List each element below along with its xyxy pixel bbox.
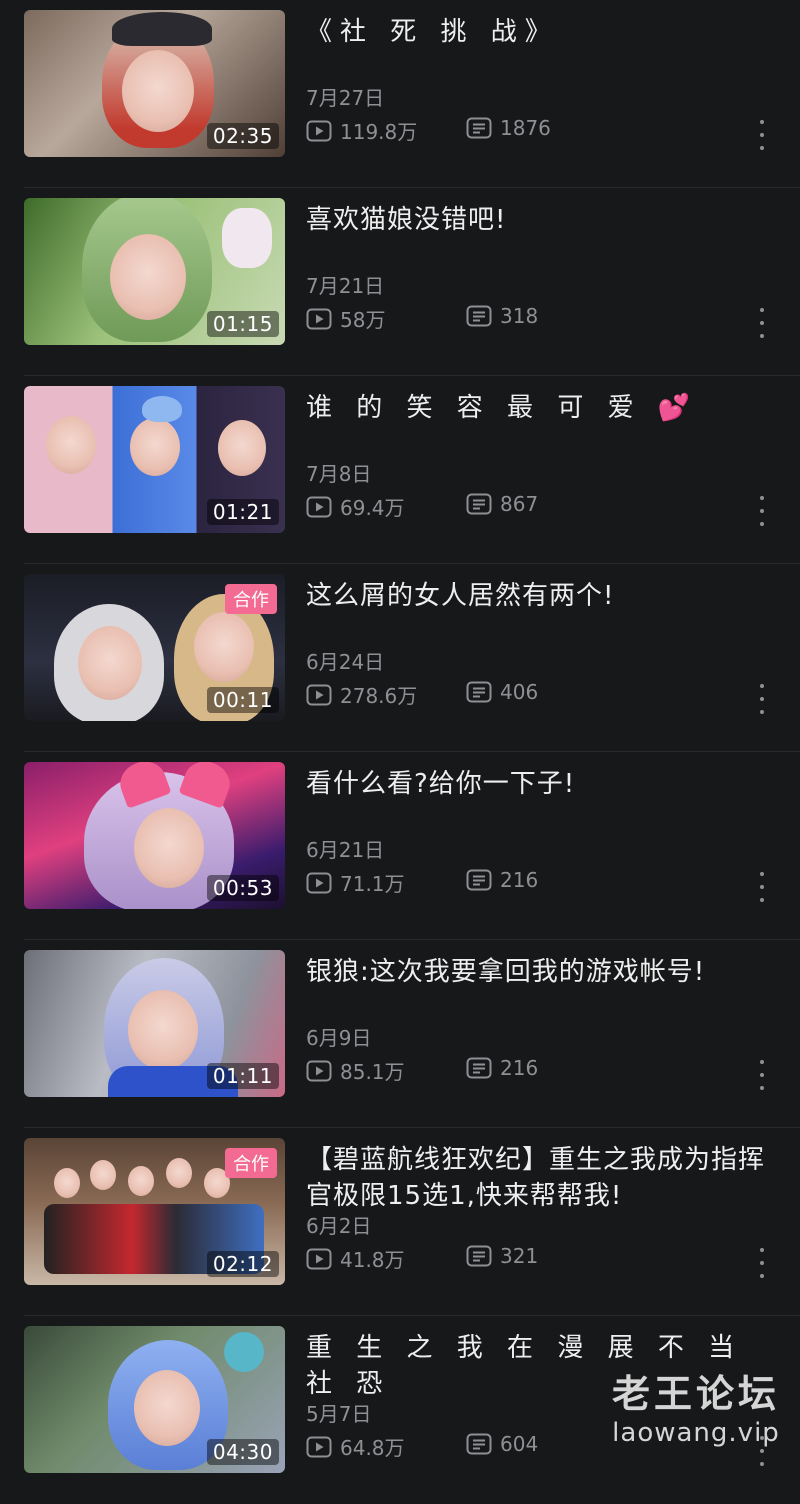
play-icon [306,872,332,893]
danmaku-icon [466,493,492,515]
view-count: 69.4万 [306,492,405,521]
video-thumbnail[interactable]: 01:15 [24,198,285,345]
video-item[interactable]: 01:11 银狼:这次我要拿回我的游戏帐号! 6月9日 85.1万 216 [0,940,800,1128]
video-date: 7月27日 [306,86,385,110]
view-count: 41.8万 [306,1244,405,1273]
video-title[interactable]: 看什么看?给你一下子! [306,766,776,802]
video-title[interactable]: 银狼:这次我要拿回我的游戏帐号! [306,954,776,990]
video-title[interactable]: 谁 的 笑 容 最 可 爱 💕 [306,390,776,426]
video-thumbnail[interactable]: 04:30 [24,1326,285,1473]
video-title[interactable]: 喜欢猫娘没错吧! [306,202,776,238]
video-date: 6月2日 [306,1214,372,1238]
video-item[interactable]: 00:53 看什么看?给你一下子! 6月21日 71.1万 216 [0,752,800,940]
collab-badge: 合作 [225,584,277,614]
comment-count: 216 [466,868,538,892]
video-item[interactable]: 合作 02:12 【碧蓝航线狂欢纪】重生之我成为指挥官极限15选1,快来帮帮我!… [0,1128,800,1316]
comment-count: 321 [466,1244,538,1268]
danmaku-icon [466,305,492,327]
danmaku-icon [466,869,492,891]
video-thumbnail[interactable]: 02:35 [24,10,285,157]
comment-count: 406 [466,680,538,704]
video-duration: 01:21 [206,499,279,525]
play-icon [306,496,332,517]
video-title[interactable]: 这么屑的女人居然有两个! [306,578,776,614]
comment-count: 216 [466,1056,538,1080]
video-thumbnail[interactable]: 01:11 [24,950,285,1097]
play-icon [306,308,332,329]
watermark-url: laowang.vip [612,1418,780,1448]
video-thumbnail[interactable]: 合作 00:11 [24,574,285,721]
video-duration: 02:12 [206,1251,279,1277]
video-thumbnail[interactable]: 01:21 [24,386,285,533]
danmaku-icon [466,117,492,139]
danmaku-icon [466,1245,492,1267]
collab-badge: 合作 [225,1148,277,1178]
more-vertical-icon[interactable] [752,120,772,150]
comment-count: 867 [466,492,538,516]
video-duration: 01:11 [206,1063,279,1089]
play-icon [306,684,332,705]
more-vertical-icon[interactable] [752,1248,772,1278]
more-vertical-icon[interactable] [752,1060,772,1090]
video-duration: 02:35 [206,123,279,149]
video-item[interactable]: 合作 00:11 这么屑的女人居然有两个! 6月24日 278.6万 406 [0,564,800,752]
video-thumbnail[interactable]: 合作 02:12 [24,1138,285,1285]
more-vertical-icon[interactable] [752,308,772,338]
video-thumbnail[interactable]: 00:53 [24,762,285,909]
video-date: 7月21日 [306,274,385,298]
video-date: 6月24日 [306,650,385,674]
play-icon [306,1248,332,1269]
video-duration: 00:53 [206,875,279,901]
danmaku-icon [466,1057,492,1079]
video-date: 7月8日 [306,462,372,486]
view-count: 278.6万 [306,680,417,709]
watermark: 老王论坛 laowang.vip [612,1363,780,1448]
comment-count: 1876 [466,116,551,140]
video-item[interactable]: 01:21 谁 的 笑 容 最 可 爱 💕 7月8日 69.4万 867 [0,376,800,564]
watermark-title: 老王论坛 [611,1372,780,1416]
view-count: 71.1万 [306,868,405,897]
video-date: 5月7日 [306,1402,372,1426]
more-vertical-icon[interactable] [752,684,772,714]
play-icon [306,120,332,141]
more-vertical-icon[interactable] [752,872,772,902]
video-title[interactable]: 【碧蓝航线狂欢纪】重生之我成为指挥官极限15选1,快来帮帮我! [306,1142,776,1214]
video-duration: 00:11 [206,687,279,713]
video-date: 6月21日 [306,838,385,862]
video-date: 6月9日 [306,1026,372,1050]
view-count: 119.8万 [306,116,417,145]
play-icon [306,1060,332,1081]
video-title[interactable]: 《社 死 挑 战》 [306,14,776,50]
view-count: 58万 [306,304,385,333]
danmaku-icon [466,1433,492,1455]
video-duration: 04:30 [206,1439,279,1465]
view-count: 64.8万 [306,1432,405,1461]
comment-count: 318 [466,304,538,328]
video-item[interactable]: 02:35 《社 死 挑 战》 7月27日 119.8万 1876 [0,0,800,188]
view-count: 85.1万 [306,1056,405,1085]
video-duration: 01:15 [206,311,279,337]
play-icon [306,1436,332,1457]
danmaku-icon [466,681,492,703]
comment-count: 604 [466,1432,538,1456]
video-item[interactable]: 01:15 喜欢猫娘没错吧! 7月21日 58万 318 [0,188,800,376]
more-vertical-icon[interactable] [752,496,772,526]
video-list: 02:35 《社 死 挑 战》 7月27日 119.8万 1876 01:15 [0,0,800,1504]
